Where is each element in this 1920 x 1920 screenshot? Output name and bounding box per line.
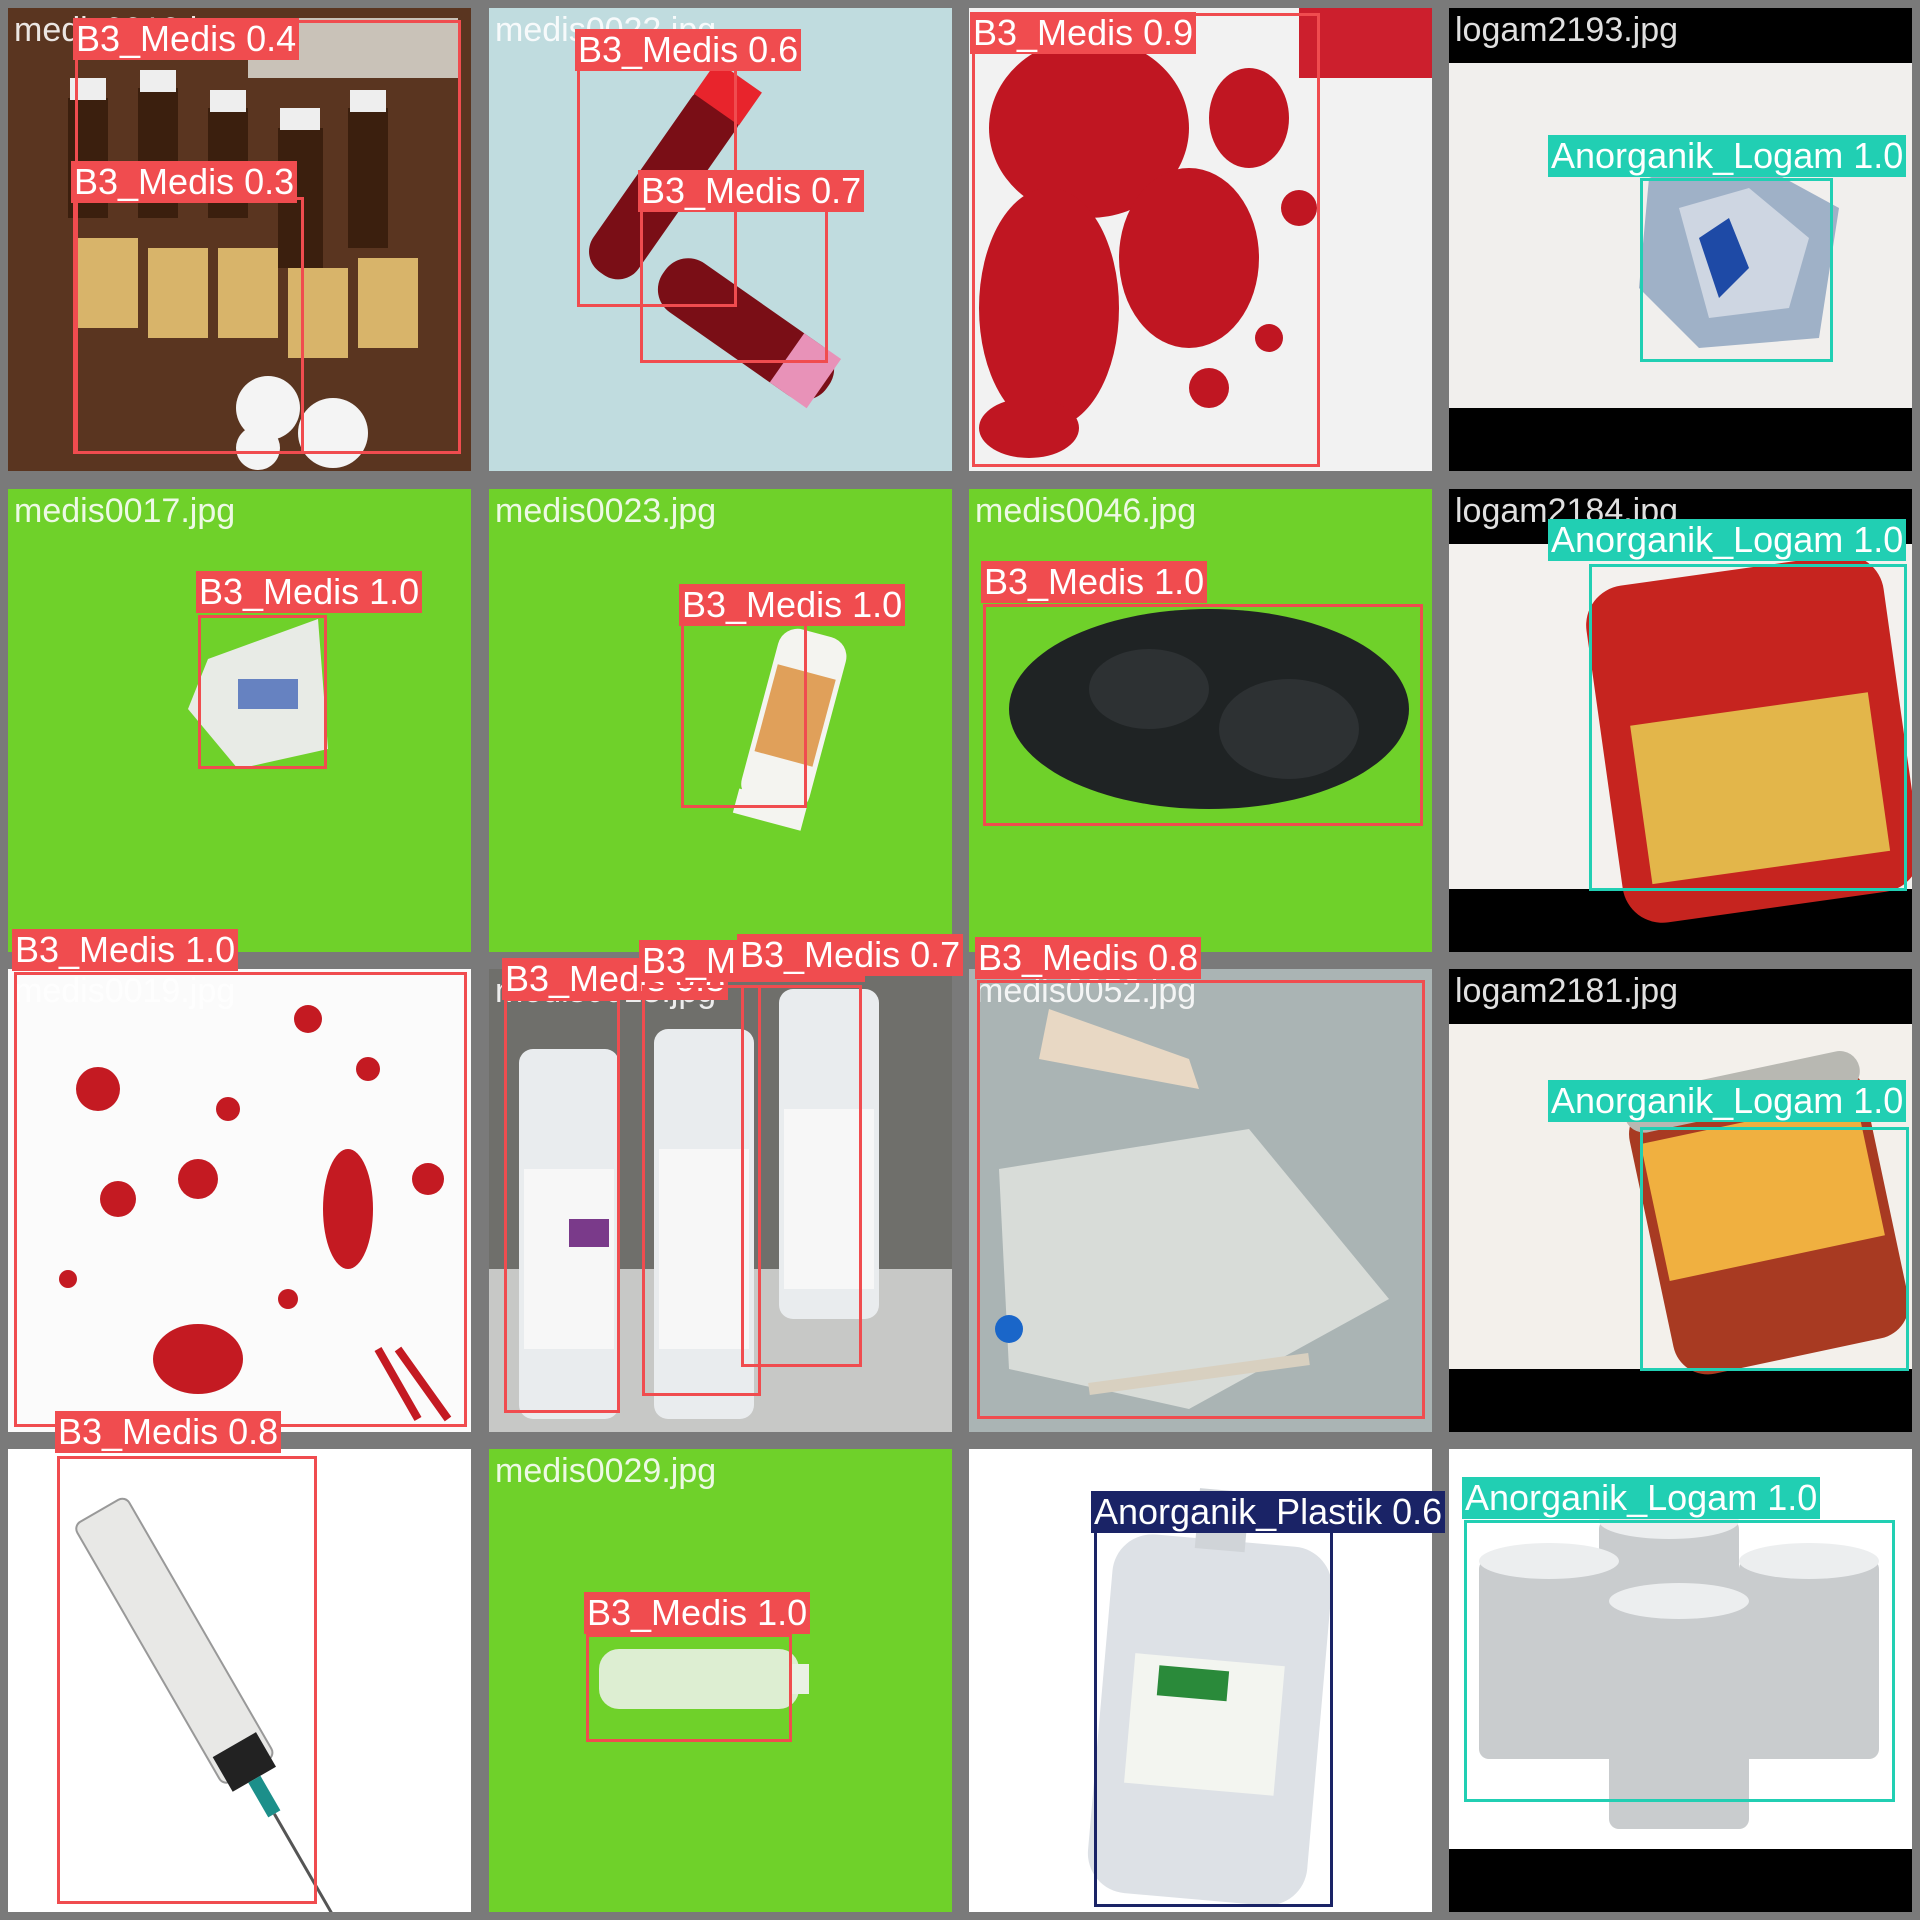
tile-mandarin-orange-can: logam2181.jpg — [1449, 969, 1912, 1432]
tile-green-screen-tube: medis0023.jpg — [489, 489, 952, 952]
photo-red-can — [1449, 489, 1912, 952]
photo-blood-drops — [8, 969, 471, 1432]
tile-filename: logam2193.jpg — [1455, 11, 1679, 49]
photo-crushed-can — [1449, 8, 1912, 471]
tile-vaccine-vials: medis0018.jpg — [489, 969, 952, 1432]
photo-medicine-bottles-on-table — [8, 8, 471, 471]
photo-saline-bottle — [969, 1449, 1432, 1912]
tile-filename: medis0010.jpg — [14, 11, 236, 49]
tile-filename: logam2176.jpg — [1455, 1452, 1679, 1490]
tile-filename: medis0018.jpg — [495, 972, 717, 1010]
tile-medicine-bottles-on-table: medis0010.jpg — [8, 8, 471, 471]
tile-syringe: medis0020.jpg — [8, 1449, 471, 1912]
tile-filename: medis0052.jpg — [975, 972, 1197, 1010]
tile-blood-tubes-on-glass: medis0022.jpg — [489, 8, 952, 471]
tile-green-screen-wrapper: medis0017.jpg — [8, 489, 471, 952]
tile-filename: medis0046.jpg — [975, 492, 1197, 530]
tile-filename: medis0053.jpg — [975, 1452, 1197, 1490]
photo-iv-bag — [969, 969, 1432, 1432]
tile-blood-drops: medis0019.jpg — [8, 969, 471, 1432]
tile-iv-bag: medis0052.jpg — [969, 969, 1432, 1432]
tile-blood-splash — [969, 8, 1432, 471]
tile-tin-cans: logam2176.jpg — [1449, 1449, 1912, 1912]
tile-filename: medis0023.jpg — [495, 492, 717, 530]
tile-filename: medis0020.jpg — [14, 1452, 236, 1490]
tile-filename: medis0019.jpg — [14, 972, 236, 1010]
photo-green-screen-syringe — [489, 1449, 952, 1912]
tile-green-screen-syringe: medis0029.jpg — [489, 1449, 952, 1912]
tile-crushed-can: logam2193.jpg — [1449, 8, 1912, 471]
tile-filename: medis0029.jpg — [495, 1452, 717, 1490]
photo-blood-splash — [969, 8, 1432, 471]
tile-filename: logam2184.jpg — [1455, 492, 1679, 530]
photo-blood-tubes-on-glass — [489, 8, 952, 471]
photo-mandarin-orange-can — [1449, 969, 1912, 1432]
photo-tin-cans — [1449, 1449, 1912, 1912]
tile-filename: medis0022.jpg — [495, 11, 717, 49]
photo-green-screen-wrapper — [8, 489, 471, 952]
tile-filename: logam2181.jpg — [1455, 972, 1679, 1010]
photo-green-screen-tube — [489, 489, 952, 952]
tile-saline-bottle: medis0053.jpg — [969, 1449, 1432, 1912]
photo-green-screen-mask — [969, 489, 1432, 952]
tile-green-screen-mask: medis0046.jpg — [969, 489, 1432, 952]
tile-red-can: logam2184.jpg — [1449, 489, 1912, 952]
photo-syringe — [8, 1449, 471, 1912]
photo-vaccine-vials — [489, 969, 952, 1432]
detection-grid: medis0010.jpg medis0022.jpg logam2193.jp… — [0, 0, 1920, 1920]
tile-filename: medis0017.jpg — [14, 492, 236, 530]
